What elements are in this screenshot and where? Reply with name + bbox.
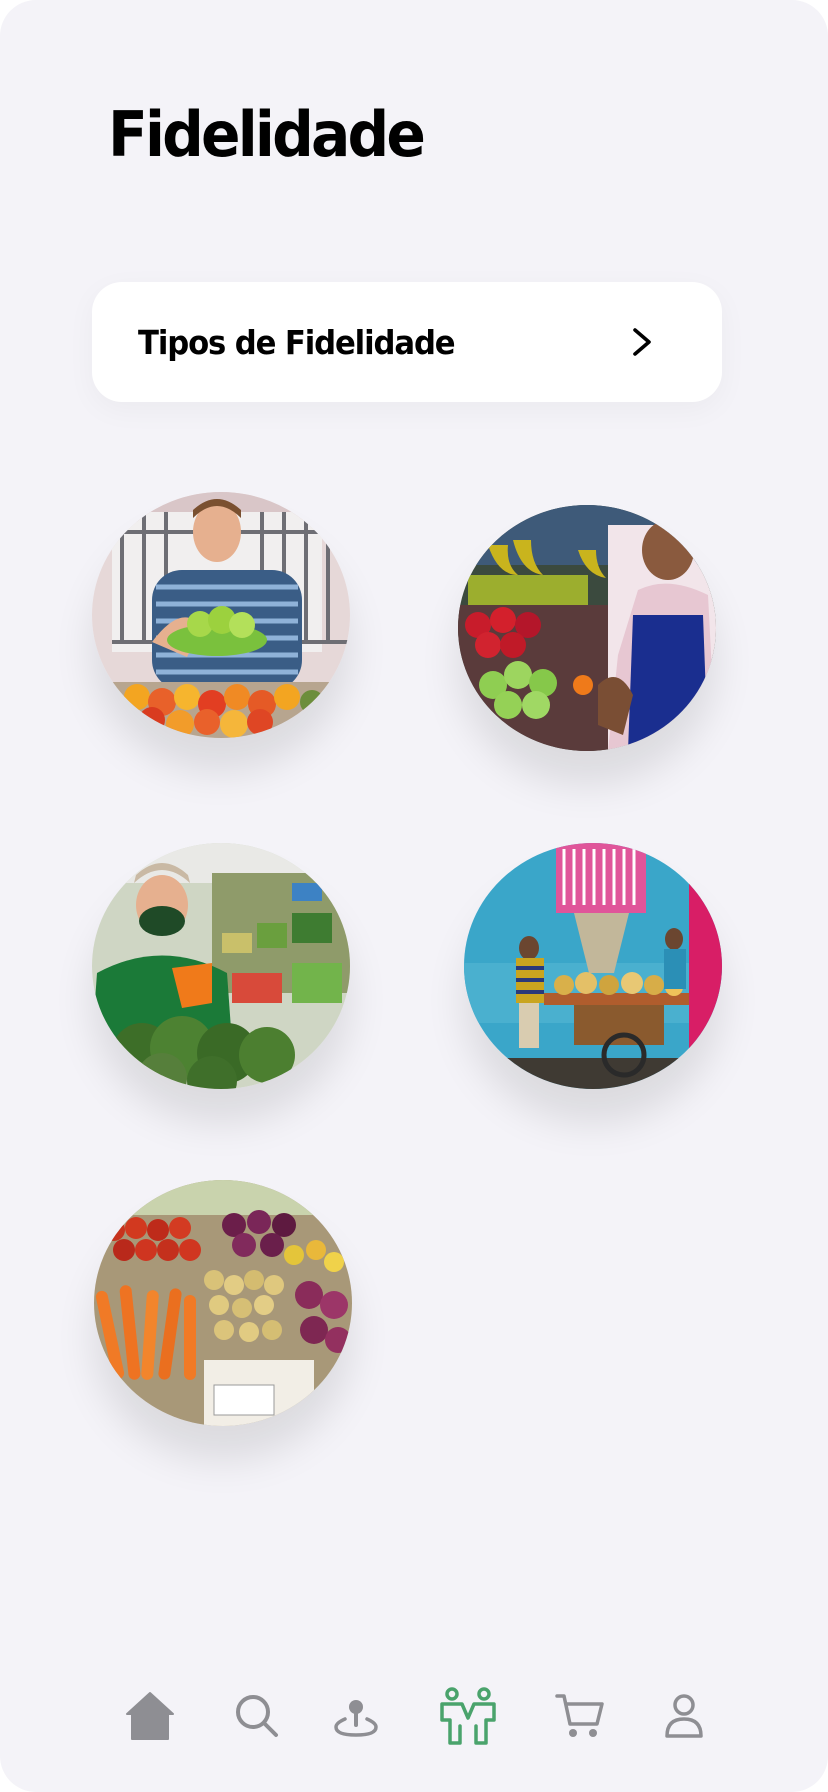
loyalty-types-label: Tipos de Fidelidade xyxy=(138,322,456,362)
nav-search[interactable] xyxy=(225,1684,289,1748)
nav-location[interactable] xyxy=(324,1684,388,1748)
chevron-right-icon xyxy=(630,326,656,358)
nav-loyalty[interactable] xyxy=(436,1684,500,1748)
loyalty-types-button[interactable]: Tipos de Fidelidade xyxy=(92,282,722,402)
page-title: Fidelidade xyxy=(108,98,426,171)
people-icon xyxy=(438,1686,498,1746)
user-icon xyxy=(663,1693,705,1739)
bottom-nav xyxy=(0,1664,828,1764)
loyalty-screen: Fidelidade Tipos de Fidelidade xyxy=(0,0,828,1792)
vendor-photo-4[interactable] xyxy=(464,843,722,1089)
nav-home[interactable] xyxy=(118,1684,182,1748)
search-icon xyxy=(234,1693,280,1739)
vendor-photo-5[interactable] xyxy=(94,1180,352,1426)
vendor-photo-2[interactable] xyxy=(458,505,716,751)
nav-cart[interactable] xyxy=(548,1684,612,1748)
home-icon xyxy=(123,1690,177,1742)
vendor-photo-1[interactable] xyxy=(92,492,350,738)
location-pin-icon xyxy=(333,1693,379,1739)
cart-icon xyxy=(555,1692,605,1740)
vendor-photo-3[interactable] xyxy=(92,843,350,1089)
nav-profile[interactable] xyxy=(652,1684,716,1748)
